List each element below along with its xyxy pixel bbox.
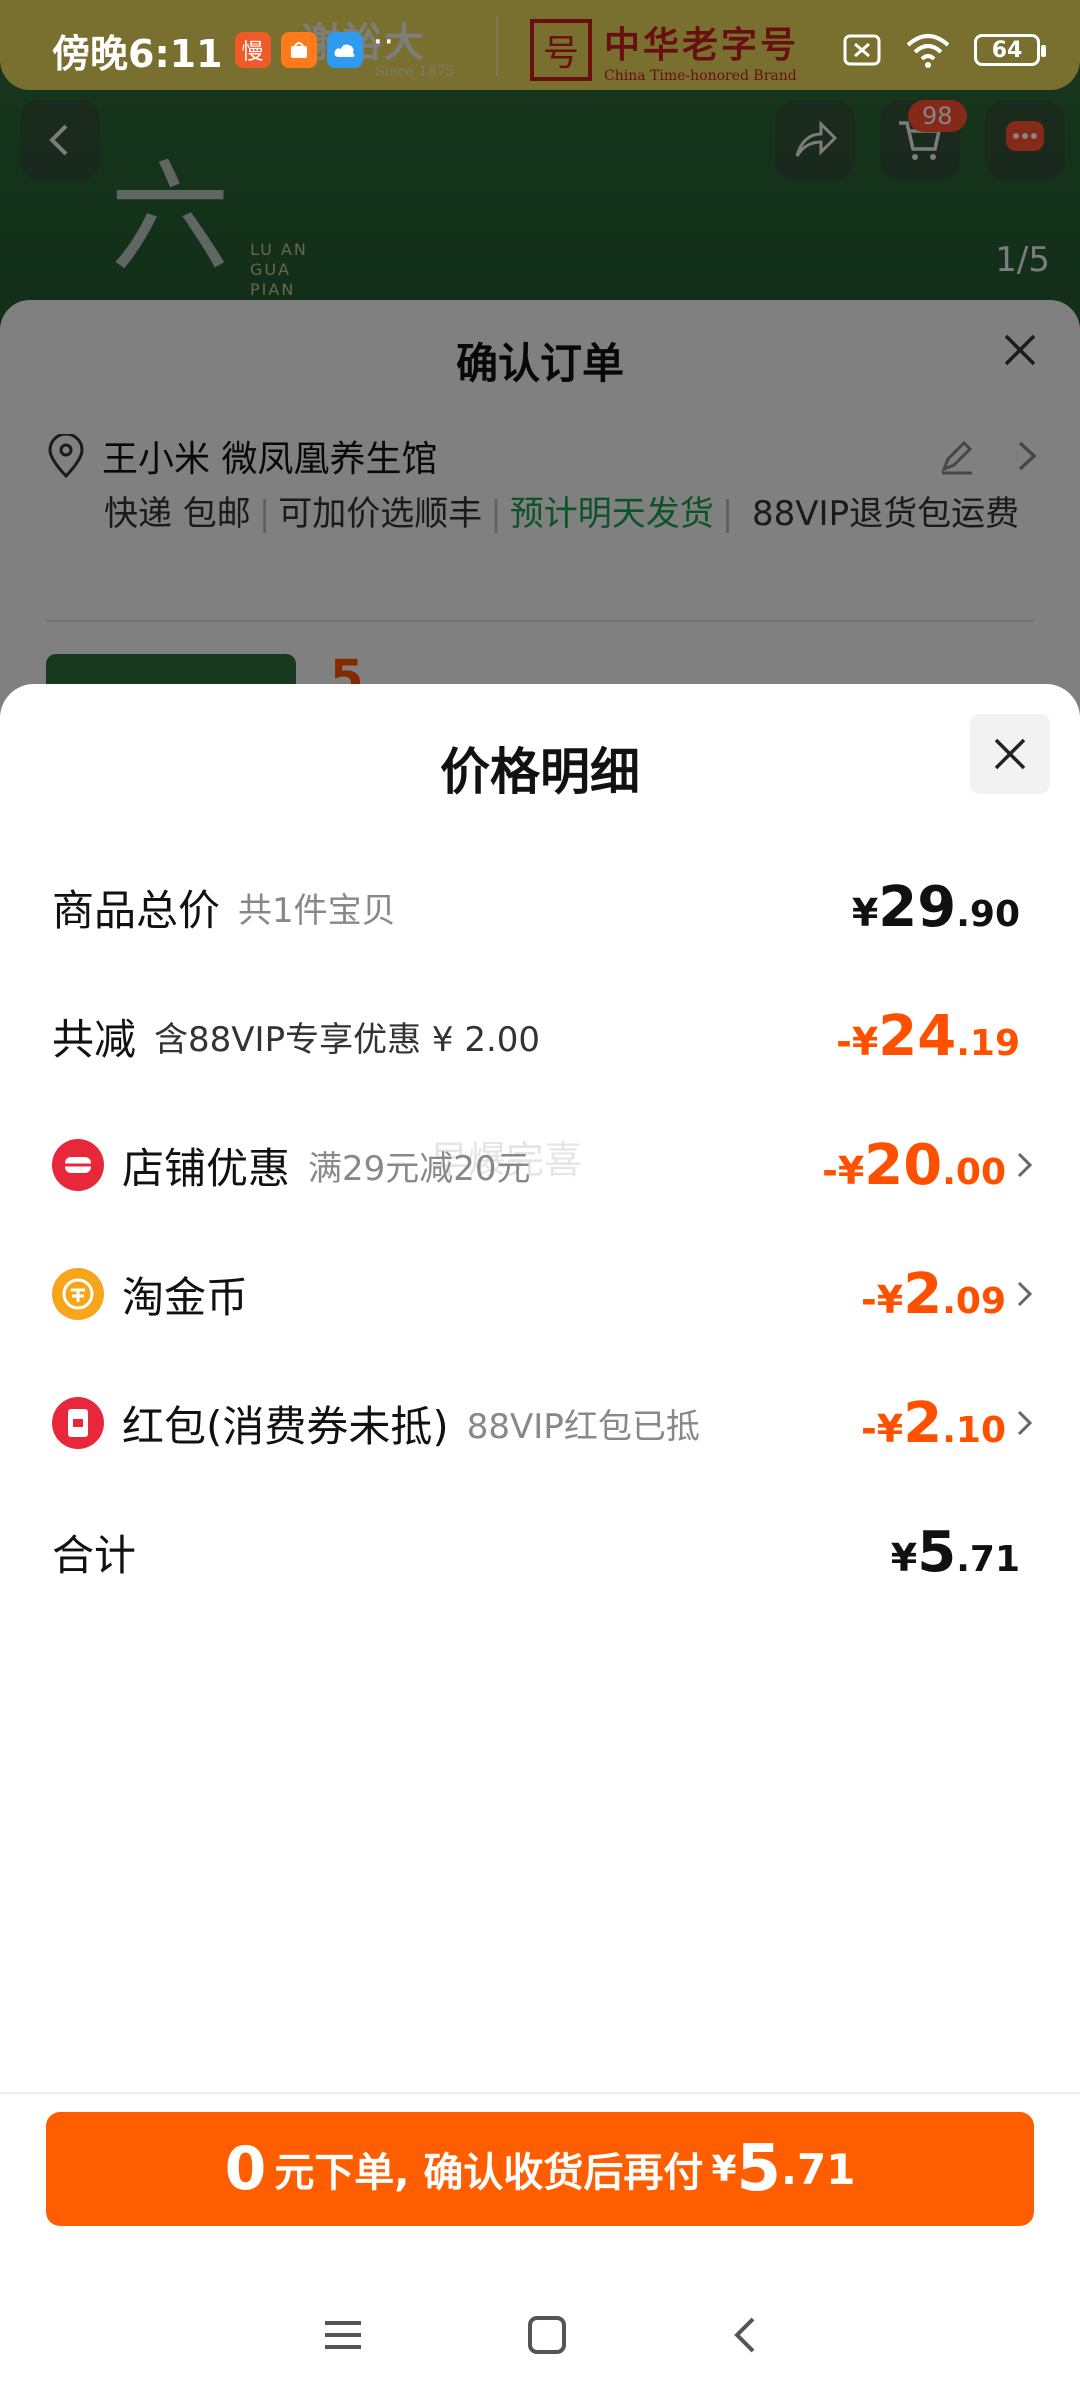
chevron-right-icon [1017, 1410, 1033, 1436]
no-sim-icon [843, 34, 881, 66]
chevron-right-icon [1017, 1152, 1033, 1178]
amount-taojinbi: -¥ 2.09 [861, 1261, 1006, 1327]
more-notifications-icon: ·· [372, 22, 395, 62]
wifi-icon [906, 34, 950, 68]
coin-icon [52, 1268, 104, 1320]
shop-coupon-icon [52, 1139, 104, 1191]
status-bar: 傍晚6:11 慢 ·· 64 [0, 0, 1080, 100]
menu-icon[interactable] [321, 2315, 365, 2355]
bottom-divider [0, 2092, 1080, 2094]
system-navigation-bar [0, 2280, 1080, 2390]
row-total-discount: 共减 含88VIP专享优惠 ¥ 2.00 -¥ 24.19 [52, 1003, 1020, 1069]
amount-total-discount: -¥ 24.19 [836, 1003, 1020, 1069]
amount-red-packet: -¥ 2.10 [861, 1390, 1006, 1456]
submit-order-button[interactable]: 0 元下单, 确认收货后再付 ¥5.71 [46, 2112, 1034, 2226]
close-icon [994, 738, 1026, 770]
home-icon[interactable] [525, 2313, 569, 2357]
amount-grand-total: ¥5.71 [890, 1519, 1020, 1585]
row-grand-total: 合计 ¥5.71 [52, 1519, 1020, 1585]
back-icon[interactable] [729, 2313, 759, 2357]
price-detail-title: 价格明细 [440, 743, 640, 801]
app-notification-icon: 慢 [234, 32, 271, 68]
red-packet-icon [52, 1397, 104, 1449]
row-taojinbi[interactable]: 淘金币 -¥ 2.09 [52, 1254, 1033, 1334]
chevron-right-icon [1017, 1281, 1033, 1307]
amount-goods-total: ¥29.90 [851, 874, 1020, 940]
price-detail-close-button[interactable] [970, 714, 1050, 794]
row-total-goods-price: 商品总价 共1件宝贝 ¥29.90 [52, 874, 1020, 940]
status-time: 傍晚6:11 [52, 31, 223, 76]
row-shop-discount[interactable]: 店铺优惠 满29元减20元 -¥ 20.00 [52, 1125, 1033, 1205]
cloud-icon [326, 32, 363, 68]
amount-shop-discount: -¥ 20.00 [822, 1132, 1006, 1198]
shopping-bag-icon [280, 32, 317, 68]
battery-icon: 64 [974, 34, 1046, 66]
row-red-packet[interactable]: 红包(消费券未抵) 88VIP红包已抵 -¥ 2.10 [52, 1383, 1033, 1463]
